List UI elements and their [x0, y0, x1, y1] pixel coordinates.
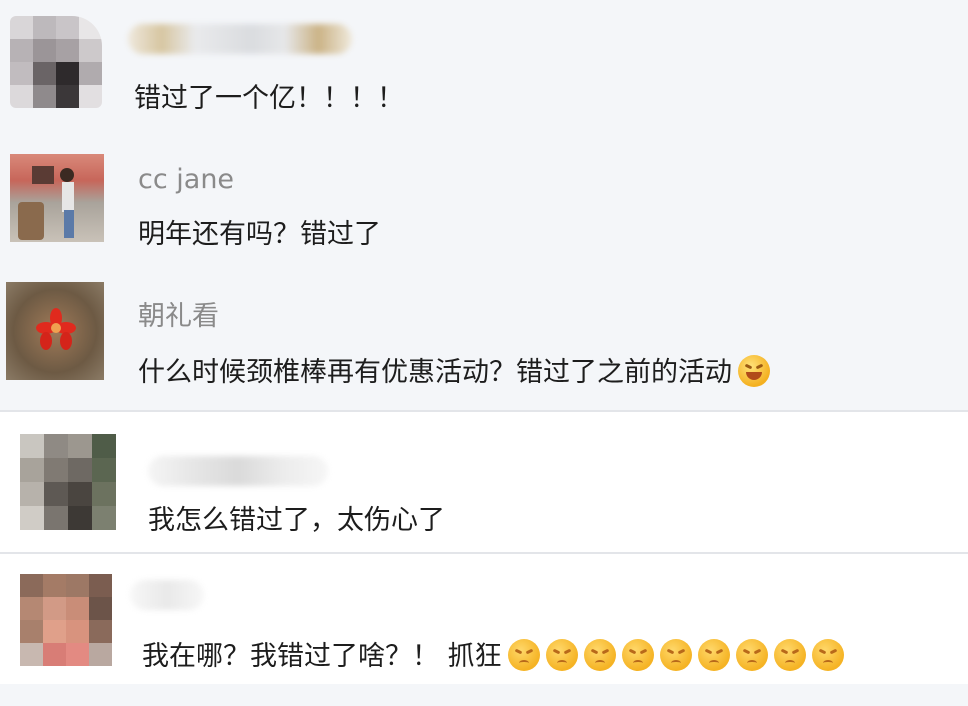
comment-list-top: 错过了一个亿！！！！ cc jane 明年还有吗？错过了 朝礼看 什么时候颈椎棒… [0, 0, 968, 410]
avatar[interactable] [10, 154, 104, 242]
comment-list-mid: 我怎么错过了，太伤心了 [0, 412, 968, 552]
avatar[interactable] [6, 282, 104, 380]
username-blurred [128, 24, 352, 54]
comment-list-bottom: 我在哪？我错过了啥？！ 抓狂 [0, 554, 968, 684]
comment-item: 我在哪？我错过了啥？！ 抓狂 [0, 554, 968, 684]
comment-item: 错过了一个亿！！！！ [0, 0, 968, 130]
avatar[interactable] [20, 434, 116, 530]
comment-text: 我在哪？我错过了啥？！ 抓狂 [142, 634, 844, 673]
avatar[interactable] [10, 16, 102, 108]
username[interactable]: 朝礼看 [138, 294, 219, 333]
username[interactable]: cc jane [138, 164, 234, 195]
comment-text-content: 什么时候颈椎棒再有优惠活动？错过了之前的活动 [138, 357, 732, 388]
comment-item: cc jane 明年还有吗？错过了 [0, 130, 968, 260]
username-blurred [130, 580, 204, 610]
comment-text-content: 我在哪？我错过了啥？！ 抓狂 [142, 641, 502, 672]
comment-text: 我怎么错过了，太伤心了 [148, 505, 445, 536]
comment-item: 朝礼看 什么时候颈椎棒再有优惠活动？错过了之前的活动 [0, 260, 968, 410]
avatar[interactable] [20, 574, 112, 666]
frown-emoji-icon [773, 639, 806, 671]
comment-text: 错过了一个亿！！！！ [134, 83, 404, 114]
frown-emoji-icon [811, 639, 844, 671]
frown-emoji-icon [545, 639, 578, 671]
frown-emoji-icon [507, 639, 540, 671]
comment-text: 什么时候颈椎棒再有优惠活动？错过了之前的活动 [138, 350, 770, 389]
laugh-emoji-icon [738, 355, 770, 387]
frown-emoji-icon [621, 639, 654, 671]
frown-emoji-icon [735, 639, 768, 671]
frown-emoji-icon [697, 639, 730, 671]
username-blurred [148, 456, 328, 486]
frown-emoji-icon [583, 639, 616, 671]
frown-emoji-icon [659, 639, 692, 671]
comment-text: 明年还有吗？错过了 [138, 219, 381, 250]
comment-item: 我怎么错过了，太伤心了 [0, 412, 968, 552]
